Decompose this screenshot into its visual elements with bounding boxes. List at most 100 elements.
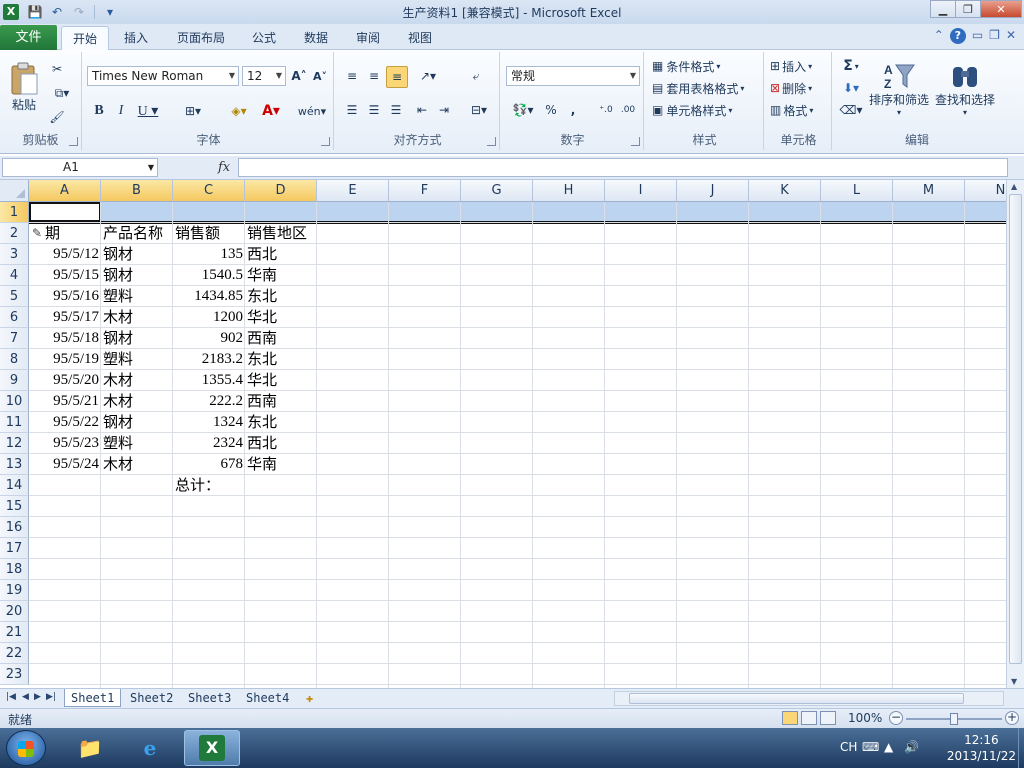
horizontal-scrollbar[interactable] bbox=[614, 691, 1004, 706]
cell-date[interactable]: 95/5/21 bbox=[31, 391, 99, 412]
cell-region[interactable]: 西北 bbox=[247, 244, 315, 265]
grow-font-icon[interactable]: A˄ bbox=[290, 67, 308, 85]
font-size-combo[interactable]: 12 ▼ bbox=[242, 66, 286, 86]
align-bottom-icon[interactable]: ≡ bbox=[386, 66, 408, 88]
border-icon[interactable]: ⊞▾ bbox=[178, 102, 208, 120]
column-header-k[interactable]: K bbox=[749, 180, 821, 202]
cell-b2[interactable]: 产品名称 bbox=[103, 223, 171, 244]
font-color-icon[interactable]: A▾ bbox=[256, 102, 286, 120]
column-header-d[interactable]: D bbox=[245, 180, 317, 202]
scroll-up-icon[interactable]: ▲ bbox=[1011, 182, 1017, 191]
insert-sheet-icon[interactable]: ✚ bbox=[300, 689, 319, 707]
cell-c2[interactable]: 销售额 bbox=[175, 223, 243, 244]
formula-input[interactable] bbox=[238, 158, 1008, 177]
cell-date[interactable]: 95/5/17 bbox=[31, 307, 99, 328]
row-header-21[interactable]: 21 bbox=[0, 622, 29, 643]
copy-icon[interactable]: ⧉▾ bbox=[48, 84, 76, 102]
align-middle-icon[interactable]: ≡ bbox=[364, 66, 384, 86]
cell-amount[interactable]: 902 bbox=[175, 328, 244, 349]
format-painter-icon[interactable]: 🖌 bbox=[48, 108, 66, 126]
zoom-in-icon[interactable]: + bbox=[1005, 711, 1019, 725]
column-header-n[interactable]: N bbox=[965, 180, 1006, 202]
column-header-j[interactable]: J bbox=[677, 180, 749, 202]
explorer-taskbar-icon[interactable]: 📁 bbox=[62, 730, 118, 766]
underline-button[interactable]: U ▾ bbox=[134, 102, 162, 120]
sheet-tab-1[interactable]: Sheet1 bbox=[64, 689, 122, 707]
shrink-font-icon[interactable]: A˅ bbox=[311, 67, 329, 85]
cell-a2[interactable]: 期 bbox=[31, 223, 99, 244]
row-header-5[interactable]: 5 bbox=[0, 286, 29, 307]
tab-formulas[interactable]: 公式 bbox=[244, 26, 284, 50]
cell-amount[interactable]: 1434.85 bbox=[175, 286, 243, 307]
tab-insert[interactable]: 插入 bbox=[114, 26, 158, 50]
cell-date[interactable]: 95/5/24 bbox=[31, 454, 99, 475]
decrease-decimal-icon[interactable]: .00 bbox=[618, 100, 638, 120]
fill-icon[interactable]: ⬇▾ bbox=[838, 78, 864, 98]
paste-button[interactable]: 粘贴 bbox=[4, 56, 44, 118]
cell-date[interactable]: 95/5/23 bbox=[31, 433, 99, 454]
decrease-indent-icon[interactable]: ⇤ bbox=[412, 100, 432, 120]
doc-restore-icon[interactable]: ❐ bbox=[989, 28, 1000, 44]
doc-close-icon[interactable]: ✕ bbox=[1006, 28, 1016, 44]
cell-region[interactable]: 东北 bbox=[247, 286, 315, 307]
scroll-down-icon[interactable]: ▼ bbox=[1011, 677, 1017, 686]
row-header-13[interactable]: 13 bbox=[0, 454, 29, 475]
row-header-17[interactable]: 17 bbox=[0, 538, 29, 559]
cut-icon[interactable]: ✂ bbox=[48, 60, 66, 78]
vertical-scroll-thumb[interactable] bbox=[1009, 194, 1022, 664]
cell-amount[interactable]: 2324 bbox=[175, 433, 243, 454]
column-header-l[interactable]: L bbox=[821, 180, 893, 202]
row-header-6[interactable]: 6 bbox=[0, 307, 29, 328]
format-cells-button[interactable]: ▥ 格式 ▾ bbox=[770, 100, 830, 120]
merge-center-icon[interactable]: ⊟▾ bbox=[464, 100, 494, 120]
name-box[interactable]: A1 ▼ bbox=[2, 158, 158, 177]
font-launcher-icon[interactable] bbox=[321, 137, 330, 146]
excel-taskbar-icon[interactable]: X bbox=[184, 730, 240, 766]
align-right-icon[interactable]: ☰ bbox=[386, 100, 406, 120]
row-header-20[interactable]: 20 bbox=[0, 601, 29, 622]
row-header-18[interactable]: 18 bbox=[0, 559, 29, 580]
row-header-23[interactable]: 23 bbox=[0, 664, 29, 685]
number-format-combo[interactable]: 常规 ▼ bbox=[506, 66, 640, 86]
tray-expand-icon[interactable]: ▲ bbox=[884, 740, 893, 754]
orientation-icon[interactable]: ↗▾ bbox=[414, 66, 442, 86]
tab-home[interactable]: 开始 bbox=[61, 26, 109, 50]
page-layout-view-icon[interactable] bbox=[801, 711, 817, 725]
align-center-icon[interactable]: ☰ bbox=[364, 100, 384, 120]
row-header-19[interactable]: 19 bbox=[0, 580, 29, 601]
cell-region[interactable]: 华北 bbox=[247, 370, 315, 391]
increase-decimal-icon[interactable]: ⁺.0 bbox=[596, 100, 616, 120]
cell-region[interactable]: 东北 bbox=[247, 412, 315, 433]
row-header-3[interactable]: 3 bbox=[0, 244, 29, 265]
active-cell-a1[interactable] bbox=[29, 202, 101, 222]
increase-indent-icon[interactable]: ⇥ bbox=[434, 100, 454, 120]
italic-button[interactable]: I bbox=[112, 102, 130, 120]
delete-cells-button[interactable]: ⊠ 删除 ▾ bbox=[770, 78, 830, 98]
column-header-h[interactable]: H bbox=[533, 180, 605, 202]
close-button[interactable]: ✕ bbox=[980, 0, 1022, 18]
align-left-icon[interactable]: ☰ bbox=[342, 100, 362, 120]
cell-amount[interactable]: 222.2 bbox=[175, 391, 243, 412]
system-clock[interactable]: 12:16 2013/11/22 bbox=[947, 732, 1016, 764]
cell-amount[interactable]: 1200 bbox=[175, 307, 243, 328]
cell-product[interactable]: 钢材 bbox=[103, 328, 171, 349]
bold-button[interactable]: B bbox=[90, 102, 108, 120]
row-header-1[interactable]: 1 bbox=[0, 202, 29, 223]
column-header-a[interactable]: A bbox=[29, 180, 101, 202]
start-button[interactable] bbox=[6, 730, 46, 766]
wrap-text-icon[interactable]: ⤶ bbox=[466, 66, 486, 86]
cell-region[interactable]: 西南 bbox=[247, 391, 315, 412]
zoom-level[interactable]: 100% bbox=[848, 711, 882, 725]
horizontal-scroll-thumb[interactable] bbox=[629, 693, 964, 704]
normal-view-icon[interactable] bbox=[782, 711, 798, 725]
cell-amount[interactable]: 135 bbox=[175, 244, 244, 265]
cell-amount[interactable]: 1540.5 bbox=[175, 265, 243, 286]
sheet-tab-4[interactable]: Sheet4 bbox=[240, 689, 295, 707]
volume-icon[interactable]: 🔊 bbox=[904, 740, 919, 754]
row-header-16[interactable]: 16 bbox=[0, 517, 29, 538]
row-header-22[interactable]: 22 bbox=[0, 643, 29, 664]
tab-view[interactable]: 视图 bbox=[400, 26, 440, 50]
minimize-ribbon-icon[interactable]: ⌃ bbox=[934, 28, 944, 44]
align-top-icon[interactable]: ≡ bbox=[342, 66, 362, 86]
keyboard-icon[interactable]: ⌨ bbox=[862, 740, 879, 754]
